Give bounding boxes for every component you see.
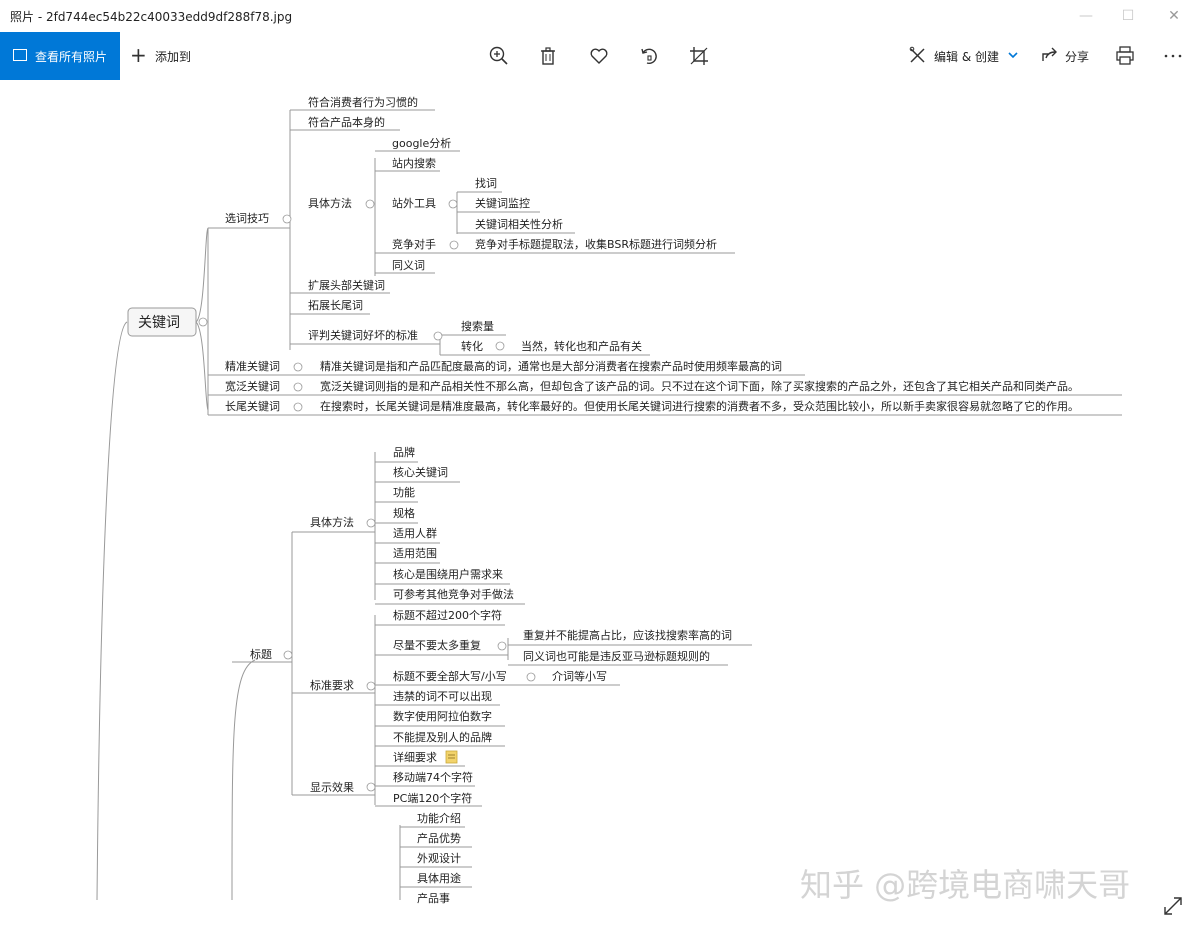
node-user-needs: 核心是围绕用户需求来 xyxy=(393,567,503,581)
node-req-case: 标题不要全部大写/小写 xyxy=(393,669,507,683)
node-appearance: 外观设计 xyxy=(417,852,461,865)
close-button[interactable]: ✕ xyxy=(1163,6,1185,26)
node-competitor: 竞争对手 xyxy=(392,237,436,251)
node-conversion-desc: 当然，转化也和产品有关 xyxy=(521,339,642,353)
root-node-label: 关键词 xyxy=(138,315,180,331)
node-display-pc: PC端120个字符 xyxy=(393,791,472,805)
node-google: google分析 xyxy=(392,136,451,150)
node-longtail: 长尾关键词 xyxy=(225,399,280,413)
toolbar: 查看所有照片 + 添加到 编辑 & 创建 分享 xyxy=(0,32,1197,80)
node-req-detail: 详细要求 xyxy=(393,750,437,764)
node-func-intro: 功能介绍 xyxy=(417,811,461,825)
share-icon xyxy=(1042,47,1057,61)
plus-icon: + xyxy=(130,43,147,67)
node-brand: 品牌 xyxy=(393,445,415,459)
node-product-fit: 符合产品本身的 xyxy=(308,115,385,129)
mind-map-image: 关键词 符合消费者行为习惯的 符合产品本身的 选词技巧 具体方法 google分… xyxy=(96,95,1122,905)
node-req-banned: 违禁的词不可以出现 xyxy=(393,689,492,703)
node-core-keyword: 核心关键词 xyxy=(393,465,448,479)
node-long-tail: 拓展长尾词 xyxy=(308,298,363,312)
node-conversion: 转化 xyxy=(461,339,483,353)
node-exact: 精准关键词 xyxy=(225,359,280,373)
view-all-photos-button[interactable]: 查看所有照片 xyxy=(0,32,120,80)
expand-icon[interactable] xyxy=(1160,893,1186,919)
node-function: 功能 xyxy=(393,485,415,499)
node-advantage: 产品优势 xyxy=(417,831,461,845)
more-icon[interactable] xyxy=(1161,44,1185,68)
window-title: 照片 - 2fd744ec54b22c40033edd9df288f78.jpg xyxy=(10,10,293,24)
note-icon xyxy=(445,750,458,764)
node-habit: 符合消费者行为习惯的 xyxy=(308,95,418,109)
node-product-more: 产品事 xyxy=(417,891,450,905)
node-title: 标题 xyxy=(250,647,272,661)
zoom-in-icon[interactable] xyxy=(487,44,511,68)
add-to-label: 添加到 xyxy=(155,50,192,64)
maximize-button[interactable]: ☐ xyxy=(1117,6,1139,26)
node-req-numbers: 数字使用阿拉伯数字 xyxy=(393,709,492,723)
minimize-button[interactable]: — xyxy=(1075,6,1097,26)
node-site-search: 站内搜索 xyxy=(392,156,436,170)
share-label: 分享 xyxy=(1065,50,1090,64)
chevron-down-icon xyxy=(1008,52,1018,59)
node-external-tools: 站外工具 xyxy=(392,196,436,210)
node-req-repeat: 尽量不要太多重复 xyxy=(393,638,481,652)
node-methods: 具体方法 xyxy=(308,196,352,210)
node-req-200: 标题不超过200个字符 xyxy=(393,608,502,622)
node-search-volume: 搜索量 xyxy=(461,319,494,333)
node-usage: 具体用途 xyxy=(417,871,461,885)
crop-icon[interactable] xyxy=(687,44,711,68)
node-title-methods: 具体方法 xyxy=(310,515,354,529)
photo-viewer[interactable]: 关键词 符合消费者行为习惯的 符合产品本身的 选词技巧 具体方法 google分… xyxy=(0,80,1197,931)
node-display: 显示效果 xyxy=(310,780,354,794)
node-broad-desc: 宽泛关键词则指的是和产品相关性不那么高，但却包含了该产品的词。只不过在这个词下面… xyxy=(320,379,1079,393)
delete-icon[interactable] xyxy=(536,44,560,68)
node-broad: 宽泛关键词 xyxy=(225,379,280,393)
node-req-repeat-b: 同义词也可能是违反亚马逊标题规则的 xyxy=(523,649,710,663)
edit-create-label: 编辑 & 创建 xyxy=(934,50,999,64)
rotate-icon[interactable] xyxy=(637,44,661,68)
node-requirements: 标准要求 xyxy=(310,678,354,692)
node-req-case-a: 介词等小写 xyxy=(552,669,607,683)
node-longtail-desc: 在搜索时，长尾关键词是精准度最高，转化率最好的。但使用长尾关键词进行搜索的消费者… xyxy=(320,399,1079,413)
view-all-photos-label: 查看所有照片 xyxy=(35,50,108,64)
node-req-brands: 不能提及别人的品牌 xyxy=(393,730,492,744)
node-spec: 规格 xyxy=(393,506,415,520)
print-icon[interactable] xyxy=(1113,44,1137,68)
title-bar: 照片 - 2fd744ec54b22c40033edd9df288f78.jpg… xyxy=(0,0,1197,32)
node-audience: 适用人群 xyxy=(393,526,437,540)
node-exact-desc: 精准关键词是指和产品匹配度最高的词，通常也是大部分消费者在搜索产品时使用频率最高… xyxy=(320,359,782,373)
favorite-icon[interactable] xyxy=(587,44,611,68)
edit-icon xyxy=(909,46,925,63)
node-monitor: 关键词监控 xyxy=(475,196,530,210)
photos-icon xyxy=(13,49,27,61)
node-competitor-desc: 竞争对手标题提取法，收集BSR标题进行词频分析 xyxy=(475,237,717,251)
node-expand-head: 扩展头部关键词 xyxy=(308,278,385,292)
node-selection-tips: 选词技巧 xyxy=(225,212,269,225)
node-scope: 适用范围 xyxy=(393,546,437,560)
node-display-mobile: 移动端74个字符 xyxy=(393,770,473,784)
node-competitor-ref: 可参考其他竞争对手做法 xyxy=(393,587,514,601)
node-find-words: 找词 xyxy=(475,176,497,190)
node-criteria: 评判关键词好坏的标准 xyxy=(308,328,418,342)
node-req-repeat-a: 重复并不能提高占比，应该找搜索率高的词 xyxy=(523,628,732,642)
node-relevance: 关键词相关性分析 xyxy=(475,217,563,231)
watermark: 知乎 @跨境电商啸天哥 xyxy=(800,866,1131,904)
node-synonym: 同义词 xyxy=(392,259,425,272)
